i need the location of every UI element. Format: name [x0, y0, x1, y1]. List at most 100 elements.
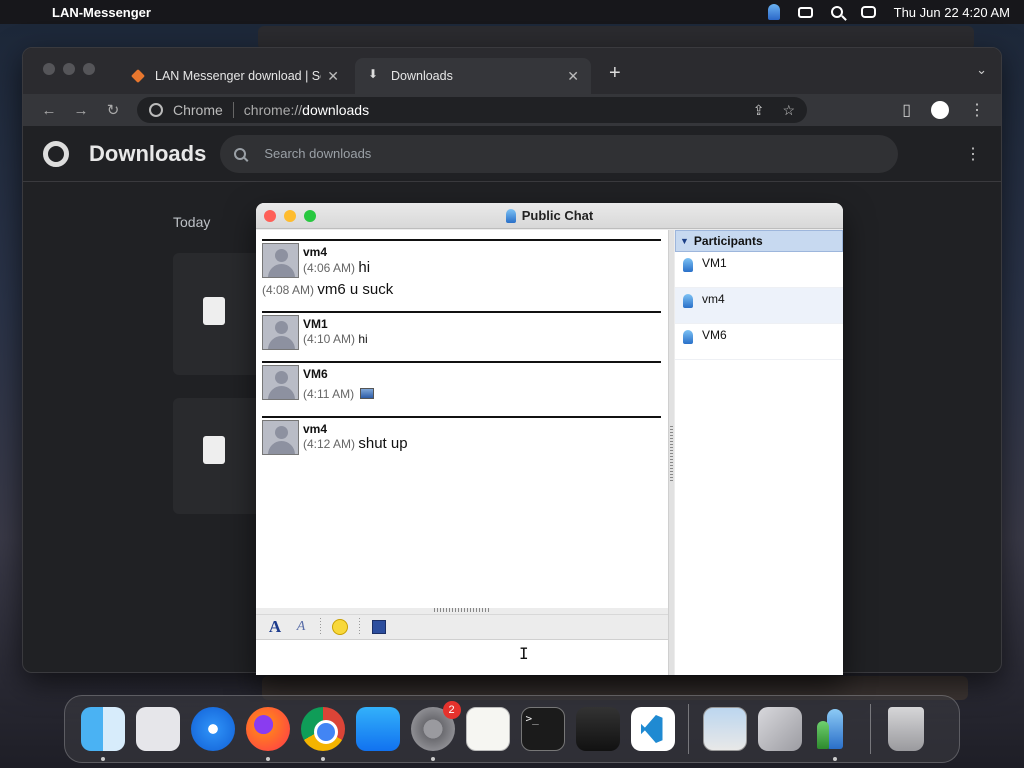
url-scheme: chrome:// [243, 102, 303, 118]
chrome-icon[interactable] [300, 707, 345, 761]
control-center-icon[interactable] [860, 6, 876, 18]
participant-item[interactable]: VM6 [675, 324, 843, 360]
close-button[interactable] [264, 210, 276, 222]
toolbar-separator [359, 617, 360, 636]
downloads-menu-icon[interactable]: ⋮ [965, 144, 981, 164]
zoom-button[interactable] [83, 63, 95, 75]
save-icon[interactable] [372, 619, 386, 634]
menubar-clock[interactable]: Thu Jun 22 4:20 AM [894, 5, 1010, 20]
message-group: vm4 (4:12 AM) shut up [262, 416, 661, 466]
close-tab-icon[interactable]: ✕ [567, 68, 579, 85]
message-sender: vm4 [303, 245, 328, 259]
search-downloads-input[interactable]: Search downloads [220, 134, 899, 173]
minimize-button[interactable] [63, 63, 75, 75]
tab-downloads[interactable]: Downloads ✕ [355, 58, 591, 94]
app-store-icon[interactable] [355, 707, 400, 751]
font-icon[interactable]: A [262, 617, 288, 637]
message-time: (4:12 AM) [303, 437, 356, 451]
message-line: (4:08 AM) vm6 u suck [262, 281, 393, 298]
avatar [262, 315, 299, 350]
participants-header-label: Participants [693, 234, 763, 248]
close-tab-icon[interactable]: ✕ [327, 68, 339, 85]
message-line: (4:10 AM) hi [303, 332, 368, 346]
message-time: (4:11 AM) [303, 387, 355, 401]
textedit-icon[interactable] [465, 707, 510, 751]
composer-toolbar: A A [256, 614, 668, 638]
horizontal-splitter-handle[interactable] [434, 608, 490, 612]
new-tab-plus-icon[interactable]: + [609, 62, 621, 85]
message-time: (4:10 AM) [303, 332, 356, 346]
dock-separator [688, 704, 689, 754]
message-line: (4:06 AM) hi [303, 259, 370, 276]
forward-arrow-icon[interactable]: → [65, 102, 97, 119]
screen-mirroring-icon[interactable] [797, 6, 813, 18]
vscode-icon[interactable] [630, 707, 675, 751]
tab-strip: LAN Messenger download | So ✕ Downloads … [23, 48, 1001, 94]
message-text: vm6 u suck [317, 281, 394, 298]
participants-header[interactable]: ▼ Participants [675, 230, 843, 252]
chrome-page-icon [149, 103, 163, 117]
safari-icon[interactable] [190, 707, 235, 751]
system-settings-icon[interactable]: 2 [410, 701, 461, 761]
date-section-heading: Today [173, 214, 211, 230]
side-panel-icon[interactable]: ▯ [902, 100, 911, 120]
back-arrow-icon[interactable]: ← [33, 102, 65, 119]
avatar [262, 365, 299, 400]
message-sender: VM1 [303, 317, 328, 331]
public-chat-window: Public Chat vm4 (4:06 AM) hi (4:08 AM) v… [256, 203, 843, 675]
close-button[interactable] [43, 63, 55, 75]
smiley-icon[interactable] [332, 618, 348, 635]
message-line: (4:11 AM) [303, 387, 375, 401]
lan-messenger-icon [505, 208, 516, 223]
tab-lan-messenger[interactable]: LAN Messenger download | So ✕ [119, 58, 351, 94]
dock: 2 >_ [64, 695, 960, 763]
garageband-icon[interactable] [575, 707, 620, 751]
running-indicator [100, 757, 105, 761]
participant-item[interactable]: VM1 [675, 252, 843, 288]
message-text: hi [358, 259, 371, 276]
preview-icon[interactable] [702, 707, 747, 751]
file-icon [203, 297, 225, 325]
terminal-icon[interactable]: >_ [520, 707, 565, 751]
message-time: (4:08 AM) [262, 283, 315, 297]
page-title: Downloads [89, 140, 207, 166]
disclosure-triangle-icon[interactable]: ▼ [680, 236, 689, 246]
spotlight-search-icon[interactable] [830, 6, 843, 18]
zoom-button[interactable] [304, 210, 316, 222]
message-line: (4:12 AM) shut up [303, 435, 408, 452]
vertical-splitter[interactable] [668, 230, 674, 675]
browser-toolbar: ← → ↻ Chrome chrome:// downloads ⇪ ☆ ▯ ⋮ [23, 94, 1001, 126]
lan-messenger-dock-icon[interactable] [813, 707, 857, 761]
splitter-grip[interactable] [670, 426, 673, 482]
finder-icon[interactable] [80, 707, 125, 761]
tab-search-chevron-icon[interactable]: ⌄ [976, 62, 987, 78]
participant-name: VM6 [702, 328, 727, 342]
chrome-logo-icon [43, 140, 69, 167]
reload-icon[interactable]: ↻ [97, 101, 129, 119]
active-app-name[interactable]: LAN-Messenger [52, 5, 151, 20]
chrome-menu-icon[interactable]: ⋮ [969, 100, 985, 120]
sourceforge-favicon-icon [131, 69, 145, 83]
lan-messenger-status-icon[interactable] [767, 4, 780, 20]
message-input[interactable]: I [256, 639, 668, 675]
share-icon[interactable]: ⇪ [753, 102, 765, 119]
tab-label: Downloads [391, 69, 453, 83]
text-cursor-icon: I [519, 644, 529, 663]
bookmark-star-icon[interactable]: ☆ [782, 102, 795, 119]
chat-title-bar[interactable]: Public Chat [256, 203, 843, 229]
font-color-icon[interactable]: A [288, 617, 314, 637]
trash-icon[interactable] [888, 707, 924, 751]
address-bar[interactable]: Chrome chrome:// downloads ⇪ ☆ [137, 97, 807, 123]
running-indicator [320, 757, 325, 761]
running-indicator [832, 757, 837, 761]
firefox-icon[interactable] [245, 707, 290, 761]
address-separator [232, 102, 234, 118]
boot-camp-icon[interactable] [757, 707, 802, 751]
minimize-button[interactable] [284, 210, 296, 222]
participant-item[interactable]: vm4 [675, 288, 843, 324]
message-sender: vm4 [303, 422, 328, 436]
profile-avatar-icon[interactable] [931, 101, 949, 119]
download-favicon-icon [367, 67, 381, 83]
message-log[interactable]: vm4 (4:06 AM) hi (4:08 AM) vm6 u suck VM… [256, 230, 668, 608]
launchpad-icon[interactable] [135, 707, 180, 751]
